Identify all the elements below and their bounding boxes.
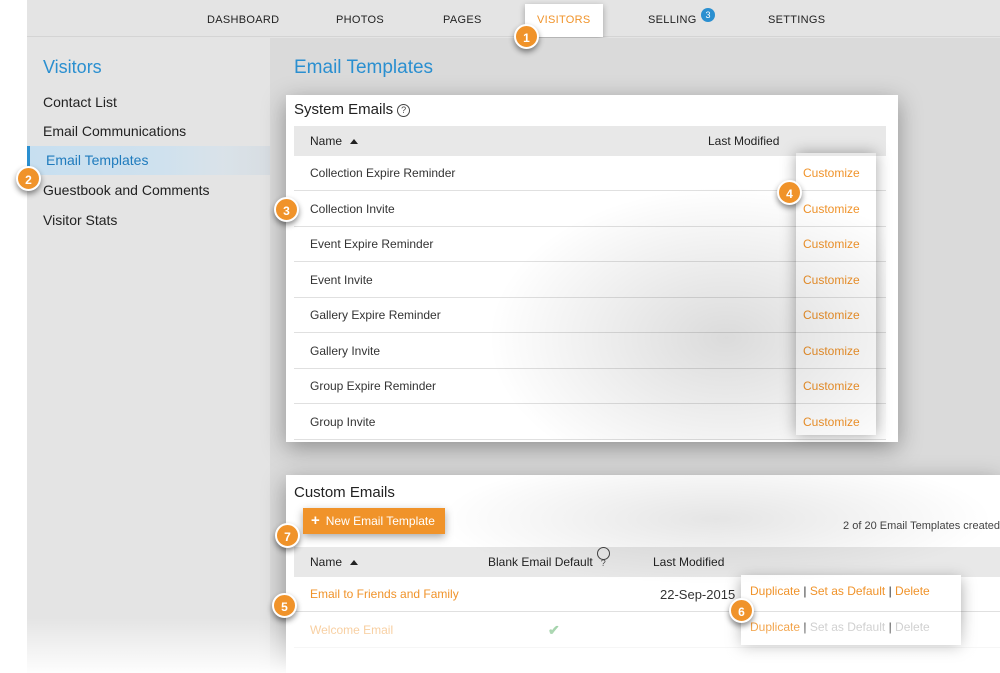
last-modified-value: 22-Sep-2015 bbox=[660, 587, 736, 602]
column-name-header[interactable]: Name bbox=[310, 126, 359, 156]
new-email-template-button[interactable]: + New Email Template bbox=[303, 508, 445, 534]
system-emails-title: System Emails? bbox=[294, 101, 411, 118]
sidebar: Visitors Contact List Email Communicatio… bbox=[27, 38, 270, 673]
row-name: Event Expire Reminder bbox=[310, 237, 434, 251]
row-name: Group Invite bbox=[310, 415, 376, 429]
default-check-icon: ✔ bbox=[548, 622, 560, 638]
callout-2: 2 bbox=[16, 166, 41, 191]
column-blank-default-header: Blank Email Default? bbox=[488, 547, 610, 577]
separator: | bbox=[803, 620, 807, 634]
nav-photos[interactable]: PHOTOS bbox=[336, 4, 384, 37]
customize-link[interactable]: Customize bbox=[803, 298, 860, 333]
row-actions-1: Duplicate | Set as Default | Delete bbox=[750, 584, 930, 598]
nav-pages[interactable]: PAGES bbox=[443, 4, 482, 37]
nav-dashboard[interactable]: DASHBOARD bbox=[207, 4, 279, 37]
row-name: Event Invite bbox=[310, 273, 373, 287]
separator: | bbox=[803, 584, 807, 598]
sidebar-item-visitor-stats[interactable]: Visitor Stats bbox=[43, 212, 117, 228]
customize-link[interactable]: Customize bbox=[803, 192, 860, 227]
callout-3: 3 bbox=[274, 197, 299, 222]
system-emails-title-text: System Emails bbox=[294, 101, 394, 118]
set-default-link[interactable]: Set as Default bbox=[810, 584, 885, 598]
template-name-link[interactable]: Welcome Email bbox=[310, 613, 393, 648]
customize-link[interactable]: Customize bbox=[803, 369, 860, 404]
delete-link[interactable]: Delete bbox=[895, 584, 930, 598]
table-row: Event Invite Customize bbox=[294, 263, 886, 298]
customize-link[interactable]: Customize bbox=[803, 227, 860, 262]
page-title: Email Templates bbox=[294, 57, 434, 78]
callout-1: 1 bbox=[514, 24, 539, 49]
table-row: Event Expire Reminder Customize bbox=[294, 227, 886, 262]
sidebar-item-guestbook[interactable]: Guestbook and Comments bbox=[43, 182, 210, 198]
table-row: Gallery Invite Customize bbox=[294, 334, 886, 369]
table-row: Group Expire Reminder Customize bbox=[294, 369, 886, 404]
row-actions-2: Duplicate | Set as Default | Delete bbox=[750, 620, 930, 634]
callout-4: 4 bbox=[777, 180, 802, 205]
system-emails-panel: System Emails? Name Last Modified Collec… bbox=[286, 95, 898, 442]
plus-icon: + bbox=[311, 512, 320, 529]
customize-link[interactable]: Customize bbox=[803, 156, 860, 191]
system-table-header: Name Last Modified bbox=[294, 126, 886, 156]
row-name: Collection Expire Reminder bbox=[310, 166, 456, 180]
sort-asc-icon bbox=[350, 139, 359, 145]
row-name: Gallery Invite bbox=[310, 344, 381, 358]
column-name-label: Name bbox=[310, 555, 343, 569]
set-default-link-disabled: Set as Default bbox=[809, 620, 886, 634]
sidebar-item-email-communications[interactable]: Email Communications bbox=[43, 123, 186, 139]
separator: | bbox=[888, 584, 892, 598]
row-name: Gallery Expire Reminder bbox=[310, 308, 441, 322]
help-icon[interactable]: ? bbox=[596, 547, 610, 568]
delete-link-disabled: Delete bbox=[895, 620, 930, 634]
customize-link[interactable]: Customize bbox=[803, 405, 860, 440]
selling-badge: 3 bbox=[701, 8, 715, 22]
separator: | bbox=[888, 620, 892, 634]
divider bbox=[741, 611, 961, 612]
app-frame: DASHBOARD PHOTOS PAGES VISITORS SELLING … bbox=[27, 0, 1000, 673]
sort-asc-icon bbox=[350, 560, 359, 566]
help-icon[interactable]: ? bbox=[397, 103, 411, 117]
sidebar-item-email-templates[interactable]: Email Templates bbox=[27, 146, 270, 175]
duplicate-link[interactable]: Duplicate bbox=[750, 584, 800, 598]
table-row: Gallery Expire Reminder Customize bbox=[294, 298, 886, 333]
column-last-modified-header[interactable]: Last Modified bbox=[653, 547, 724, 577]
custom-emails-title: Custom Emails bbox=[294, 484, 395, 501]
template-name-link[interactable]: Email to Friends and Family bbox=[310, 577, 459, 612]
column-name-label: Name bbox=[310, 134, 343, 148]
sidebar-title: Visitors bbox=[43, 57, 102, 77]
callout-6: 6 bbox=[729, 598, 754, 623]
callout-7: 7 bbox=[275, 523, 300, 548]
custom-emails-panel: Custom Emails + New Email Template 2 of 2… bbox=[286, 475, 1000, 673]
main-content: Email Templates System Emails? Name Last… bbox=[270, 38, 1000, 673]
duplicate-link[interactable]: Duplicate bbox=[750, 620, 800, 634]
column-name-header[interactable]: Name bbox=[310, 547, 359, 577]
nav-selling[interactable]: SELLING bbox=[648, 4, 697, 37]
blank-default-label: Blank Email Default bbox=[488, 555, 593, 569]
new-email-template-label: New Email Template bbox=[325, 514, 435, 528]
callout-5: 5 bbox=[272, 593, 297, 618]
sidebar-item-contact-list[interactable]: Contact List bbox=[43, 94, 117, 110]
customize-link[interactable]: Customize bbox=[803, 334, 860, 369]
column-last-modified-header[interactable]: Last Modified bbox=[708, 126, 779, 156]
custom-table-header: Name Blank Email Default? Last Modified bbox=[294, 547, 1000, 577]
customize-link[interactable]: Customize bbox=[803, 263, 860, 298]
row-actions-box: Duplicate | Set as Default | Delete Dupl… bbox=[741, 575, 961, 645]
row-name: Group Expire Reminder bbox=[310, 379, 437, 393]
nav-settings[interactable]: SETTINGS bbox=[768, 4, 825, 37]
templates-count: 2 of 20 Email Templates created bbox=[843, 520, 1000, 532]
table-row: Group Invite Customize bbox=[294, 405, 886, 440]
row-name: Collection Invite bbox=[310, 202, 395, 216]
